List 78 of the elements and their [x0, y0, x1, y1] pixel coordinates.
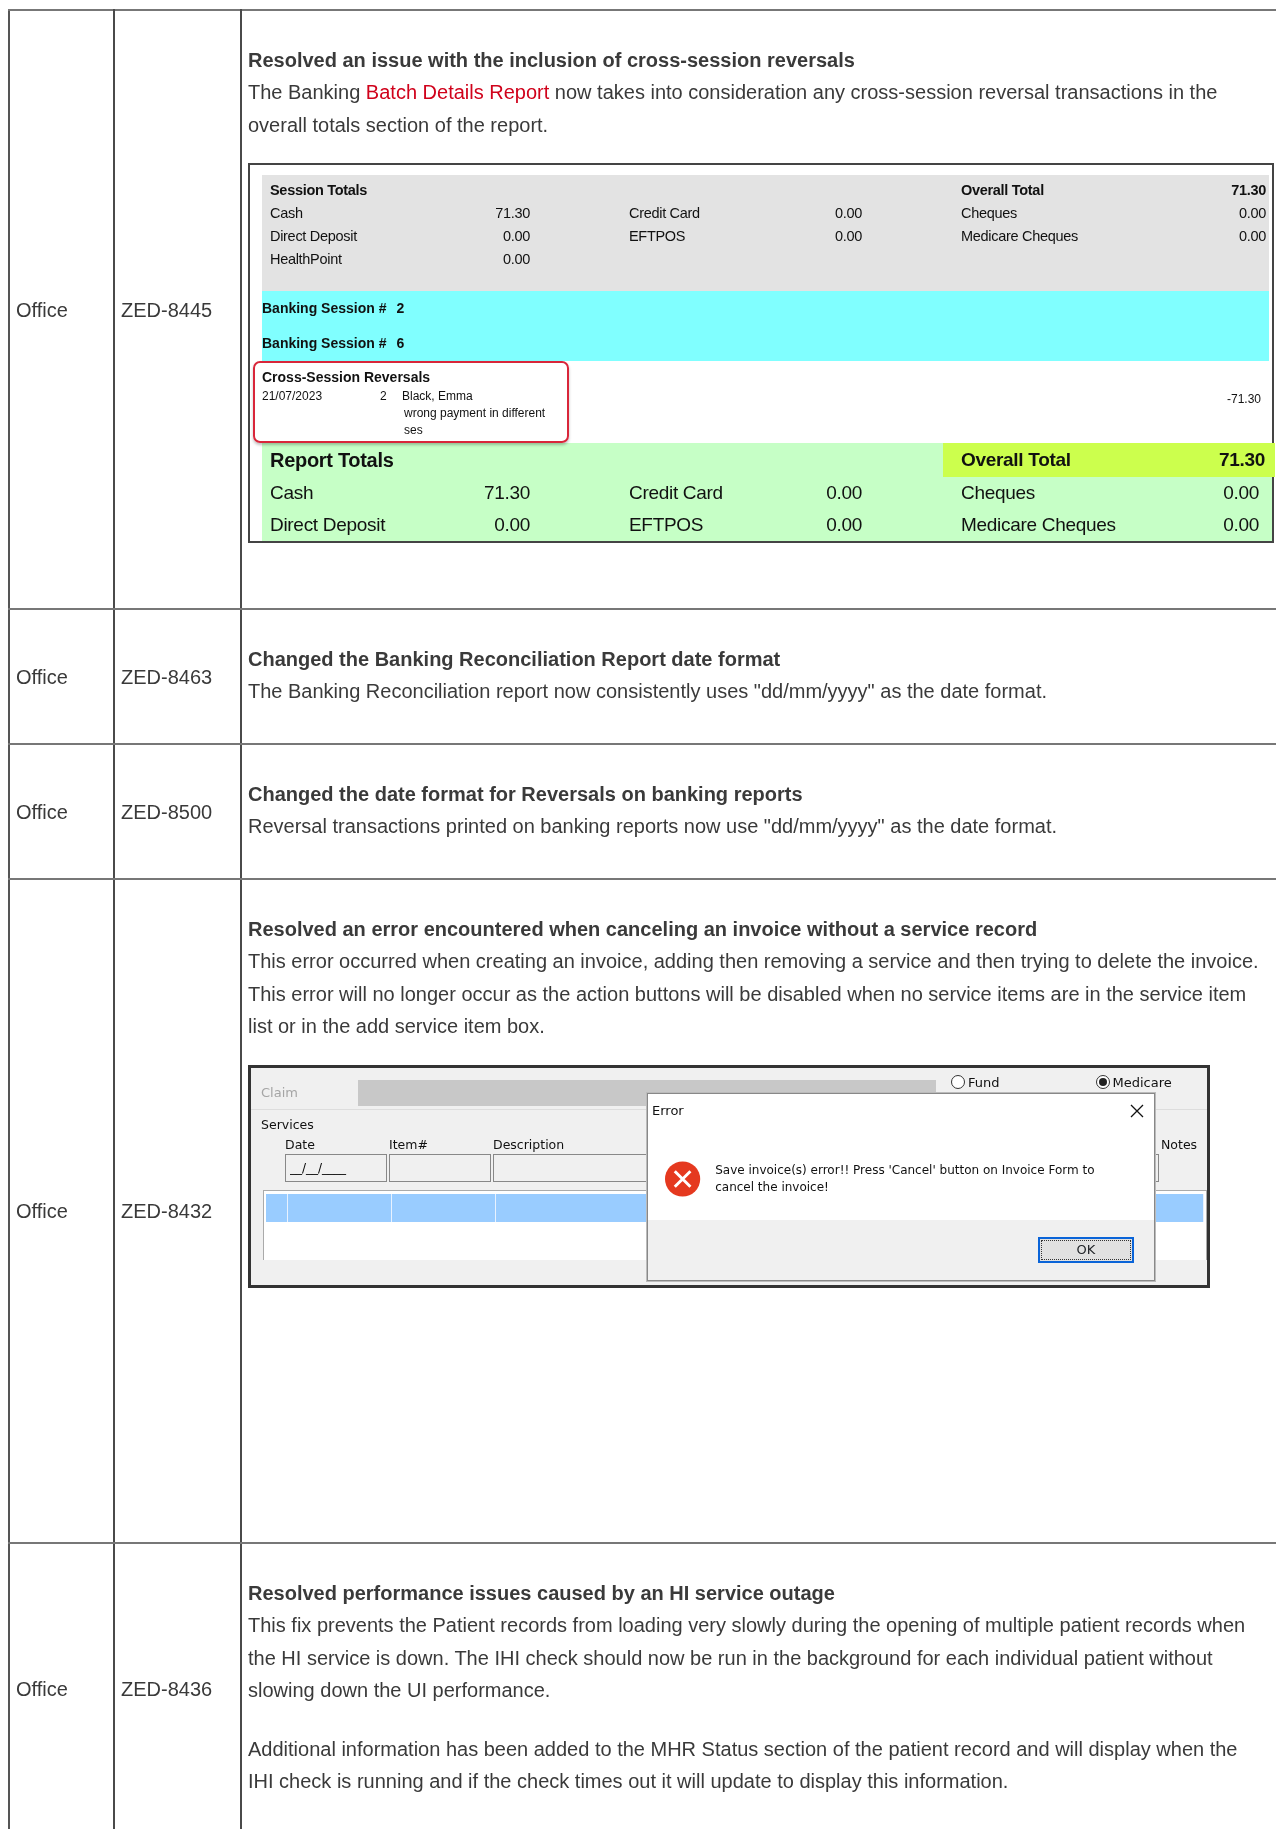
- column-header: Notes: [1161, 1135, 1199, 1154]
- total-label: Direct Deposit: [270, 227, 358, 246]
- total-label: Cheques: [960, 481, 1036, 505]
- reversal-amount: -71.30: [1226, 391, 1261, 408]
- total-label: Direct Deposit: [270, 513, 387, 537]
- description-text: Reversal transactions printed on banking reports now use "dd/mm/yyyy" as the date format.: [248, 814, 1059, 839]
- section-title: Cross-Session Reversals: [262, 368, 432, 387]
- reversal-date: 21/07/2023: [262, 388, 324, 405]
- total-amount: 0.00: [1223, 481, 1260, 505]
- date-field[interactable]: __/__/____: [285, 1153, 387, 1182]
- total-label: Cash: [270, 204, 304, 223]
- table-cell: Office: [9, 609, 114, 744]
- total-amount: 0.00: [825, 481, 862, 505]
- table-cell: Office: [9, 879, 114, 1543]
- table-cell: Office: [9, 1543, 114, 1829]
- ok-button[interactable]: OK: [1038, 1236, 1134, 1263]
- close-icon[interactable]: [1130, 1103, 1144, 1118]
- session-number: 6: [396, 334, 405, 353]
- table-cell: ZED-8445: [114, 10, 241, 609]
- session-number: 2: [396, 299, 405, 318]
- description-text: The Banking Batch Details Report now takes into consideration any cross-session reversal transactions in the overall totals section of the report.: [248, 80, 1219, 138]
- section-title: Report Totals: [270, 448, 395, 473]
- total-label: Overall Total: [960, 181, 1045, 200]
- group-label: Services: [261, 1115, 315, 1134]
- table-cell: ZED-8500: [114, 744, 241, 879]
- description-text: This fix prevents the Patient records from loading very slowly during the opening of multiple patient records when the HI service is down. The IHI check should now be run in the background for each individual patient without slowing down the UI performance.: [248, 1613, 1247, 1703]
- total-amount: 71.30: [482, 481, 530, 505]
- item-title: Changed the date format for Reversals on banking reports: [248, 782, 804, 807]
- total-amount: 0.00: [493, 513, 530, 537]
- total-amount: 0.00: [833, 227, 862, 246]
- description-text: The Banking Reconciliation report now consistently uses "dd/mm/yyyy" as the date format.: [248, 679, 1048, 704]
- item-title: Changed the Banking Reconciliation Report date format: [248, 647, 782, 672]
- section-title: Session Totals: [270, 181, 369, 200]
- session-label: Banking Session #: [262, 334, 387, 353]
- total-amount: 0.00: [1223, 513, 1260, 537]
- total-label: EFTPOS: [628, 227, 687, 246]
- column-header: Date: [285, 1135, 316, 1154]
- session-label: Banking Session #: [262, 299, 387, 318]
- report-link[interactable]: Batch Details Report: [365, 81, 550, 103]
- item-title: Resolved an issue with the inclusion of cross-session reversals: [248, 48, 856, 73]
- column-header: Description: [493, 1135, 566, 1154]
- total-label: Cheques: [960, 204, 1018, 223]
- item-field[interactable]: [389, 1153, 491, 1182]
- error-message: Save invoice(s) error!! Press 'Cancel' button on Invoice Form to cancel the invoice!: [715, 1161, 1096, 1196]
- field-label: Claim: [261, 1083, 299, 1102]
- total-label: Credit Card: [628, 204, 701, 223]
- column-header: Item#: [389, 1135, 429, 1154]
- description-text: This error occurred when creating an invoice, adding then removing a service and then trying to delete the invoice. This error will no longer occur as the action buttons will be disabled when no service items are in the service item list or in the add service item box.: [248, 949, 1260, 1039]
- total-label: HealthPoint: [270, 250, 343, 269]
- total-label: Overall Total: [961, 448, 1071, 472]
- total-amount: 0.00: [501, 250, 530, 269]
- total-amount: 71.30: [494, 204, 530, 223]
- description-text: Additional information has been added to the MHR Status section of the patient record and will display when the IHI check is running and if the check times out it will update to display this information.: [248, 1736, 1239, 1794]
- error-icon: [664, 1159, 702, 1198]
- total-label: EFTPOS: [628, 513, 705, 537]
- radio-button[interactable]: Medicare: [1095, 1072, 1172, 1092]
- table-cell: ZED-8463: [114, 609, 241, 744]
- table-cell: ZED-8432: [114, 879, 241, 1543]
- total-amount: 0.00: [1237, 204, 1267, 223]
- total-amount: 71.30: [1231, 181, 1267, 200]
- total-amount: 0.00: [825, 513, 862, 537]
- total-label: Cash: [270, 481, 315, 505]
- reversal-note: wrong payment in different ses: [404, 405, 547, 439]
- item-title: Resolved performance issues caused by an HI service outage: [248, 1581, 836, 1606]
- patient-name: Black, Emma: [402, 388, 473, 405]
- table-cell: Office: [9, 10, 114, 609]
- item-title: Resolved an error encountered when canceling an invoice without a service record: [248, 917, 1039, 942]
- total-label: Medicare Cheques: [960, 513, 1117, 537]
- total-amount: 0.00: [833, 204, 862, 223]
- total-label: Medicare Cheques: [960, 227, 1079, 246]
- total-amount: 0.00: [501, 227, 530, 246]
- radio-button[interactable]: Fund: [951, 1072, 1000, 1092]
- total-amount: 71.30: [1218, 448, 1265, 472]
- total-amount: 0.00: [1237, 227, 1267, 246]
- table-cell: Office: [9, 744, 114, 879]
- reversal-session: 2: [380, 388, 388, 405]
- total-label: Credit Card: [628, 481, 724, 505]
- dialog-title: Error: [652, 1102, 684, 1121]
